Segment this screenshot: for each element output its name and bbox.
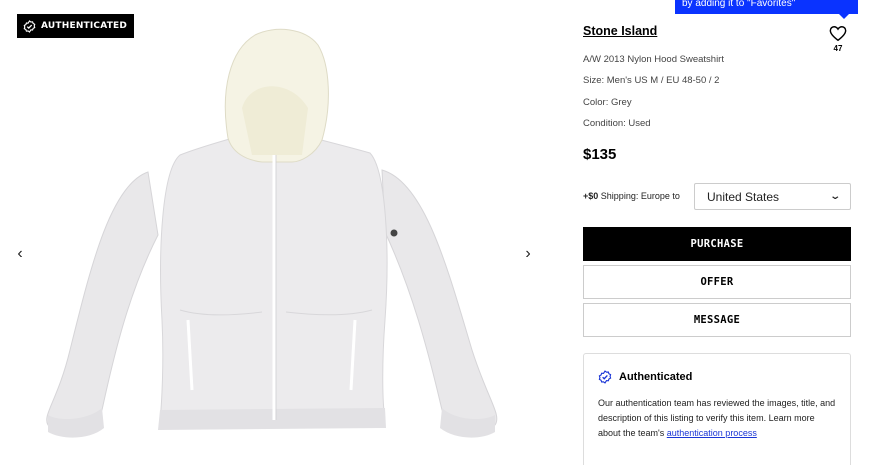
chevron-left-icon: ‹	[17, 245, 23, 262]
listing-title: A/W 2013 Nylon Hood Sweatshirt	[583, 54, 724, 65]
shipping-country-select[interactable]: United States ⌄	[694, 183, 851, 210]
shipping-label: +$0 Shipping: Europe to	[583, 191, 680, 201]
authentication-card-title: Authenticated	[619, 371, 693, 383]
heart-icon	[829, 26, 847, 42]
message-button[interactable]: MESSAGE	[583, 303, 851, 337]
offer-button[interactable]: OFFER	[583, 265, 851, 299]
previous-image-button[interactable]: ‹	[12, 244, 28, 264]
authentication-card-header: Authenticated	[598, 370, 836, 384]
chevron-down-icon: ⌄	[828, 191, 841, 202]
verified-badge-icon	[598, 370, 612, 384]
authentication-card-body: Our authentication team has reviewed the…	[598, 396, 836, 441]
purchase-button[interactable]: PURCHASE	[583, 227, 851, 261]
authentication-process-link[interactable]: authentication process	[667, 428, 757, 438]
shipping-text: Shipping: Europe to	[600, 191, 680, 201]
favorite-count: 47	[833, 44, 843, 53]
shipping-country-value: United States	[707, 189, 780, 204]
authentication-card: Authenticated Our authentication team ha…	[583, 353, 851, 465]
listing-price: $135	[583, 146, 617, 163]
favorite-button[interactable]: 47	[827, 25, 849, 53]
chevron-right-icon: ›	[525, 245, 531, 262]
product-image	[46, 28, 498, 438]
next-image-button[interactable]: ›	[520, 244, 536, 264]
listing-color: Color: Grey	[583, 97, 632, 108]
shipping-amount: +$0	[583, 191, 599, 201]
listing-size: Size: Men's US M / EU 48-50 / 2	[583, 75, 720, 86]
listing-condition: Condition: Used	[583, 118, 651, 129]
brand-link[interactable]: Stone Island	[583, 24, 657, 38]
favorites-tooltip: by adding it to "Favorites"	[675, 0, 858, 14]
tooltip-pointer	[838, 13, 850, 19]
product-gallery: AUTHENTICATED ‹ ›	[0, 0, 560, 465]
